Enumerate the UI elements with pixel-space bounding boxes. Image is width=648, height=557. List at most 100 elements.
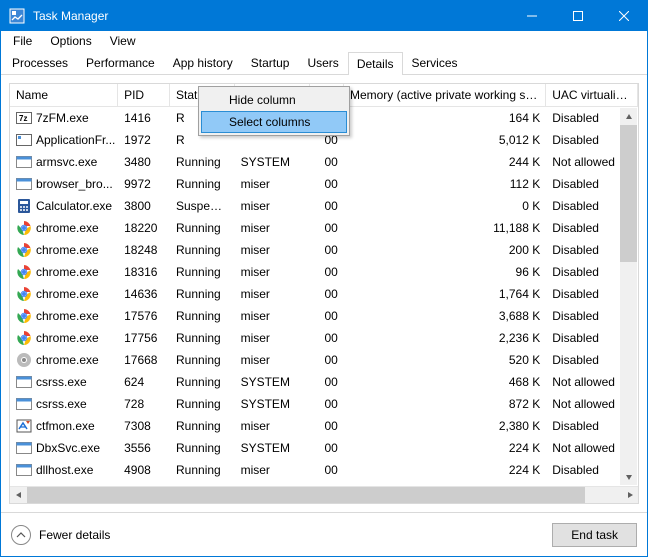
table-row[interactable]: armsvc.exe3480RunningSYSTEM00244 KNot al… xyxy=(10,151,638,173)
table-row[interactable]: ctfmon.exe7308Runningmiser002,380 KDisab… xyxy=(10,415,638,437)
cell-user: SYSTEM xyxy=(235,439,310,457)
process-icon xyxy=(16,242,32,258)
cell-status: Running xyxy=(170,263,235,281)
cell-pid: 18220 xyxy=(118,219,170,237)
vertical-scrollbar[interactable] xyxy=(620,108,637,485)
table-row[interactable]: chrome.exe18220Runningmiser0011,188 KDis… xyxy=(10,217,638,239)
cell-pid: 3480 xyxy=(118,153,170,171)
cell-cpu: 00 xyxy=(310,285,344,303)
cell-status: Running xyxy=(170,461,235,479)
cell-status: Running xyxy=(170,285,235,303)
window-title: Task Manager xyxy=(33,9,509,23)
tab-processes[interactable]: Processes xyxy=(3,51,77,74)
table-row[interactable]: dllhost.exe4908Runningmiser00224 KDisabl… xyxy=(10,459,638,481)
cell-cpu: 00 xyxy=(310,373,344,391)
scroll-up-icon[interactable] xyxy=(620,108,637,125)
cell-status: Suspended xyxy=(170,197,235,215)
maximize-button[interactable] xyxy=(555,1,601,31)
col-mem[interactable]: Memory (active private working set) xyxy=(344,84,546,106)
scroll-right-icon[interactable] xyxy=(621,487,638,504)
process-icon xyxy=(16,330,32,346)
cell-cpu: 00 xyxy=(310,153,344,171)
process-icon xyxy=(16,352,32,368)
table-row[interactable]: chrome.exe17576Runningmiser003,688 KDisa… xyxy=(10,305,638,327)
process-name: chrome.exe xyxy=(36,265,99,279)
cell-cpu: 00 xyxy=(310,439,344,457)
tab-users[interactable]: Users xyxy=(298,51,347,74)
table-row[interactable]: chrome.exe18248Runningmiser00200 KDisabl… xyxy=(10,239,638,261)
cell-cpu: 00 xyxy=(310,351,344,369)
tab-apphistory[interactable]: App history xyxy=(164,51,242,74)
process-name: dllhost.exe xyxy=(36,463,93,477)
horizontal-scrollbar[interactable] xyxy=(10,486,638,503)
scroll-down-icon[interactable] xyxy=(620,468,637,485)
menubar: File Options View xyxy=(1,31,647,51)
cell-mem: 3,688 K xyxy=(344,307,546,325)
cell-mem: 0 K xyxy=(344,197,546,215)
process-name: chrome.exe xyxy=(36,309,99,323)
cell-cpu: 00 xyxy=(310,219,344,237)
menu-file[interactable]: File xyxy=(5,32,40,50)
scroll-left-icon[interactable] xyxy=(10,487,27,504)
context-select-columns[interactable]: Select columns xyxy=(201,111,347,133)
table-row[interactable]: csrss.exe624RunningSYSTEM00468 KNot allo… xyxy=(10,371,638,393)
tab-startup[interactable]: Startup xyxy=(242,51,299,74)
table-row[interactable]: chrome.exe17756Runningmiser002,236 KDisa… xyxy=(10,327,638,349)
table-row[interactable]: Calculator.exe3800Suspendedmiser000 KDis… xyxy=(10,195,638,217)
cell-cpu: 00 xyxy=(310,175,344,193)
menu-view[interactable]: View xyxy=(102,32,144,50)
cell-pid: 7308 xyxy=(118,417,170,435)
context-hide-column[interactable]: Hide column xyxy=(201,89,347,111)
cell-user: miser xyxy=(235,263,310,281)
tab-services[interactable]: Services xyxy=(403,51,467,74)
col-uac[interactable]: UAC virtualization xyxy=(546,84,638,106)
table-row[interactable]: browser_bro...9972Runningmiser00112 KDis… xyxy=(10,173,638,195)
process-icon xyxy=(16,286,32,302)
process-name: chrome.exe xyxy=(36,331,99,345)
table-row[interactable]: chrome.exe14636Runningmiser001,764 KDisa… xyxy=(10,283,638,305)
close-button[interactable] xyxy=(601,1,647,31)
menu-options[interactable]: Options xyxy=(42,32,99,50)
table-row[interactable]: chrome.exe17668Runningmiser00520 KDisabl… xyxy=(10,349,638,371)
fewer-details-button[interactable]: Fewer details xyxy=(11,525,110,545)
titlebar[interactable]: Task Manager xyxy=(1,1,647,31)
cell-mem: 5,012 K xyxy=(344,131,546,149)
cell-user: SYSTEM xyxy=(235,153,310,171)
cell-pid: 14636 xyxy=(118,285,170,303)
cell-mem: 1,764 K xyxy=(344,285,546,303)
process-name: chrome.exe xyxy=(36,353,99,367)
tab-performance[interactable]: Performance xyxy=(77,51,164,74)
process-name: chrome.exe xyxy=(36,287,99,301)
process-icon: 7z xyxy=(16,110,32,126)
col-name[interactable]: Name xyxy=(10,84,118,106)
process-name: armsvc.exe xyxy=(36,155,97,169)
table-row[interactable]: csrss.exe728RunningSYSTEM00872 KNot allo… xyxy=(10,393,638,415)
cell-cpu: 00 xyxy=(310,417,344,435)
cell-status: Running xyxy=(170,373,235,391)
cell-user: miser xyxy=(235,351,310,369)
table-header: Name PID Status User name CPU Memory (ac… xyxy=(10,84,638,107)
cell-cpu: 00 xyxy=(310,461,344,479)
cell-pid: 17576 xyxy=(118,307,170,325)
table-row[interactable]: DbxSvc.exe3556RunningSYSTEM00224 KNot al… xyxy=(10,437,638,459)
vscroll-thumb[interactable] xyxy=(620,125,637,262)
process-name: chrome.exe xyxy=(36,243,99,257)
cell-user: miser xyxy=(235,197,310,215)
process-name: 7zFM.exe xyxy=(36,111,89,125)
process-name: browser_bro... xyxy=(36,177,113,191)
cell-mem: 468 K xyxy=(344,373,546,391)
table-row[interactable]: chrome.exe18316Runningmiser0096 KDisable… xyxy=(10,261,638,283)
end-task-button[interactable]: End task xyxy=(552,523,637,547)
col-pid[interactable]: PID xyxy=(118,84,170,106)
cell-mem: 112 K xyxy=(344,175,546,193)
cell-user: miser xyxy=(235,417,310,435)
cell-status: Running xyxy=(170,395,235,413)
process-name: csrss.exe xyxy=(36,397,87,411)
tabbar: Processes Performance App history Startu… xyxy=(1,51,647,75)
minimize-button[interactable] xyxy=(509,1,555,31)
hscroll-thumb[interactable] xyxy=(27,487,585,504)
cell-status: Running xyxy=(170,417,235,435)
cell-mem: 2,380 K xyxy=(344,417,546,435)
column-context-menu: Hide column Select columns xyxy=(198,86,350,136)
tab-details[interactable]: Details xyxy=(348,52,403,75)
